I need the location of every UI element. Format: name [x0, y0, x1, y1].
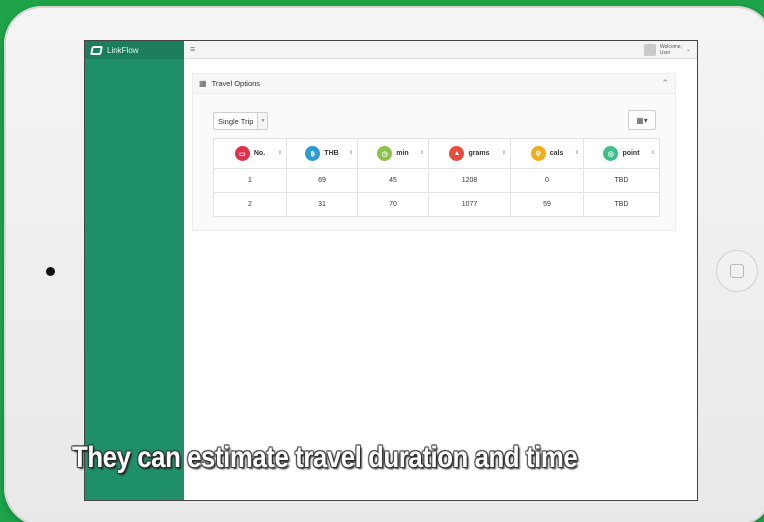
table-cell: TBD [583, 192, 660, 217]
table-cell: 69 [286, 168, 358, 193]
sidebar: LinkFlow [85, 41, 184, 500]
brand[interactable]: LinkFlow [85, 41, 184, 59]
home-button[interactable] [716, 250, 758, 292]
sort-icon[interactable]: ⇕ [502, 150, 506, 156]
table-cell: 59 [510, 192, 584, 217]
top-bar: ≡ Welcome, User ⌄ [184, 41, 697, 59]
column-label: THB [324, 150, 339, 157]
table-row[interactable]: 2 31 70 1077 59 TBD [213, 192, 660, 217]
user-greeting: Welcome, User [659, 43, 682, 56]
bus-icon: ▭ [234, 146, 250, 161]
column-header-min[interactable]: ◷ min ⇕ [357, 138, 429, 169]
column-header-cals[interactable]: ψ cals ⇕ [510, 138, 584, 169]
baht-icon: ฿ [305, 146, 321, 161]
user-menu[interactable]: Welcome, User ⌄ [643, 43, 691, 56]
avatar [643, 43, 656, 56]
table-cell: 2 [213, 192, 287, 217]
table-cell: 1 [213, 168, 287, 193]
video-caption: They can estimate travel duration and ti… [72, 441, 578, 474]
table-cell: 1208 [428, 168, 511, 193]
chevron-up-icon[interactable]: ⌃ [661, 78, 669, 89]
sort-icon[interactable]: ⇕ [575, 150, 579, 156]
chevron-down-icon[interactable]: ⌄ [686, 46, 691, 53]
target-icon: ◎ [603, 146, 619, 161]
trip-type-select[interactable]: Single Trip ▼ [213, 112, 269, 130]
hamburger-icon[interactable]: ≡ [190, 45, 195, 54]
column-label: No. [253, 150, 266, 157]
flame-icon: ▲ [449, 146, 465, 161]
table-cell: 70 [357, 192, 429, 217]
camera-icon [46, 267, 55, 276]
energy-icon: ψ [530, 146, 546, 161]
column-header-no[interactable]: ▭ No. ⇕ [213, 138, 287, 169]
sort-icon[interactable]: ⇕ [349, 150, 353, 156]
table-body: 1 69 45 1208 0 TBD 2 31 70 1077 59 TBD [213, 168, 660, 217]
brand-name: LinkFlow [107, 45, 139, 55]
column-label: point [622, 150, 640, 157]
clock-icon: ◷ [377, 146, 393, 161]
linkflow-logo-icon [90, 45, 103, 55]
table-cell: 31 [286, 192, 358, 217]
travel-options-panel: ▦ Travel Options ⌃ Single Trip ▼ ▦▾ ▭ No.… [192, 73, 676, 231]
table-cell: 45 [357, 168, 429, 193]
main-content: ▦ Travel Options ⌃ Single Trip ▼ ▦▾ ▭ No.… [184, 59, 697, 500]
sort-icon[interactable]: ⇕ [420, 150, 424, 156]
sort-icon[interactable]: ⇕ [278, 150, 282, 156]
grid-icon: ▦ [199, 79, 207, 88]
columns-icon: ▦▾ [636, 115, 648, 125]
column-header-grams[interactable]: ▲ grams ⇕ [428, 138, 511, 169]
chevron-down-icon: ▼ [257, 113, 268, 129]
travel-options-table: ▭ No. ⇕ ฿ THB ⇕ ◷ min ⇕ ▲ grams ⇕ ψ cals ⇕ ◎ point ⇕ 1 69 4… [213, 138, 660, 217]
column-header-thb[interactable]: ฿ THB ⇕ [286, 138, 358, 169]
column-label: min [396, 150, 409, 157]
table-cell: 0 [510, 168, 584, 193]
app-screen: LinkFlow ≡ Welcome, User ⌄ ▦ Travel Opti… [84, 40, 698, 501]
panel-header: ▦ Travel Options ⌃ [193, 74, 675, 94]
trip-controls: Single Trip ▼ [213, 112, 269, 130]
panel-title: Travel Options [211, 79, 261, 88]
column-label: grams [468, 150, 490, 157]
columns-toggle-button[interactable]: ▦▾ [628, 110, 656, 130]
column-header-point[interactable]: ◎ point ⇕ [583, 138, 660, 169]
table-header-row: ▭ No. ⇕ ฿ THB ⇕ ◷ min ⇕ ▲ grams ⇕ ψ cals ⇕ ◎ point ⇕ [213, 138, 660, 169]
table-cell: TBD [583, 168, 660, 193]
table-cell: 1077 [428, 192, 511, 217]
column-label: cals [549, 150, 564, 157]
table-row[interactable]: 1 69 45 1208 0 TBD [213, 168, 660, 193]
sort-icon[interactable]: ⇕ [651, 150, 655, 156]
